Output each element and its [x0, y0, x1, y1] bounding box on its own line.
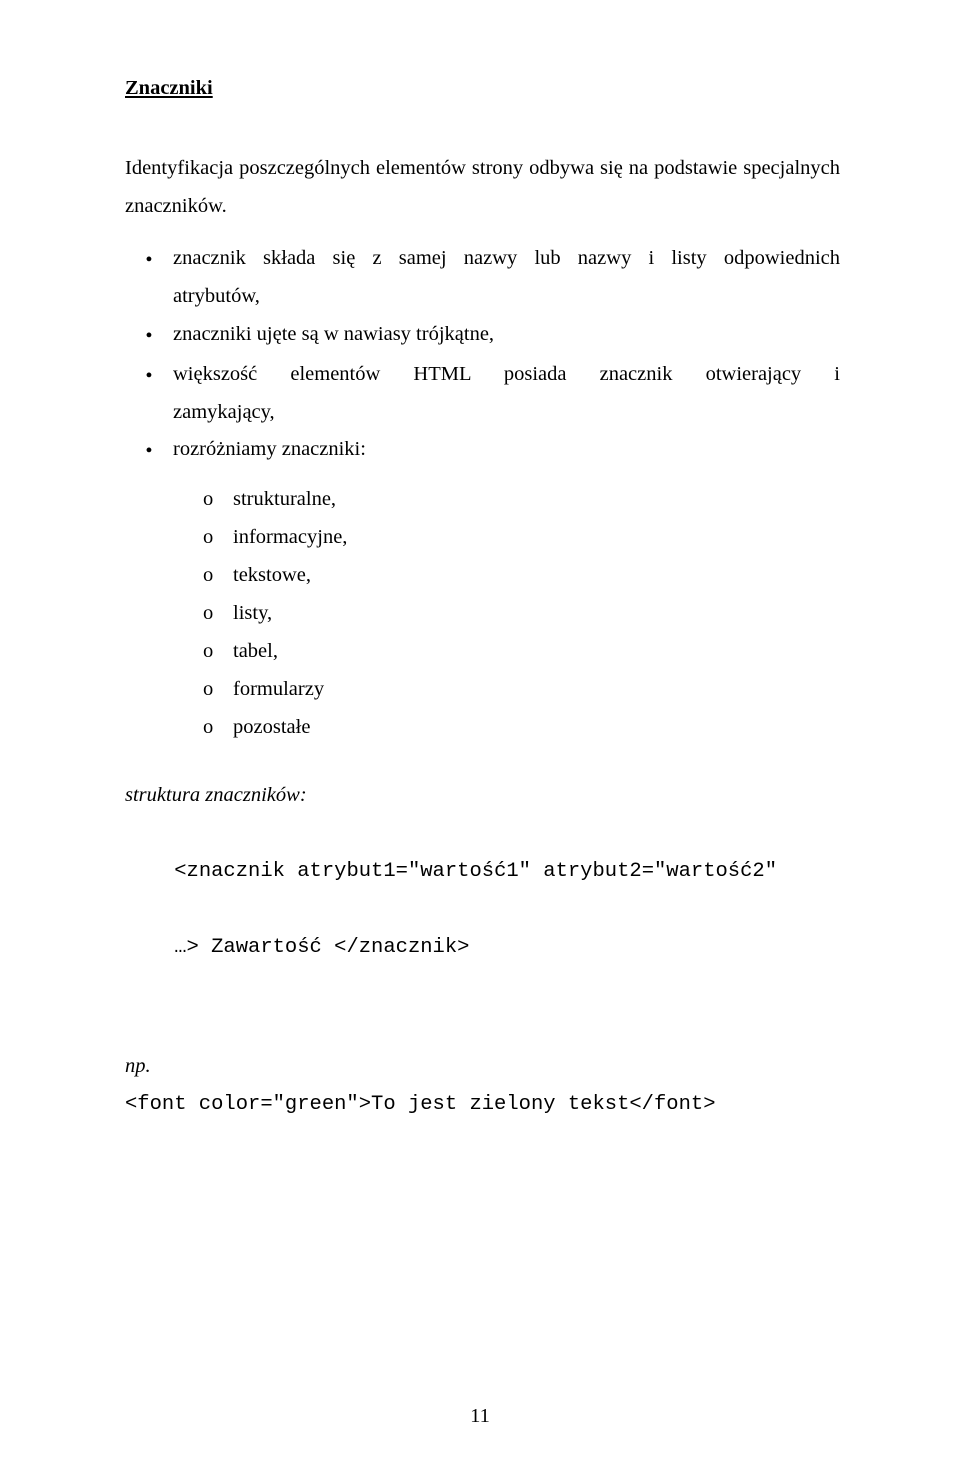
list-item: o listy, [203, 595, 840, 633]
bullet-icon: • [125, 316, 173, 356]
subbullet-icon: o [203, 519, 233, 557]
list-item: • znaczniki ujęte są w nawiasy trójkątne… [125, 316, 840, 356]
list-item: o tekstowe, [203, 557, 840, 595]
struct-label: struktura znaczników: [125, 777, 840, 815]
list-item: o tabel, [203, 633, 840, 671]
code-line: <znacznik atrybut1="wartość1" atrybut2="… [174, 860, 777, 883]
section-heading: Znaczniki [125, 70, 840, 108]
list-item: • rozróżniamy znaczniki: [125, 431, 840, 471]
code-example: <font color="green">To jest zielony teks… [125, 1086, 840, 1124]
list-item-text: tekstowe, [233, 557, 840, 595]
list-item: o informacyjne, [203, 519, 840, 557]
list-item: • znacznik składa się z samej nazwy lub … [125, 240, 840, 316]
list-item-text: strukturalne, [233, 481, 840, 519]
list-item-text: formularzy [233, 671, 840, 709]
list-item-text: tabel, [233, 633, 840, 671]
list-item: • większość elementów HTML posiada znacz… [125, 356, 840, 432]
list-item-text: znaczniki ujęte są w nawiasy trójkątne, [173, 316, 840, 354]
subbullet-icon: o [203, 709, 233, 747]
code-line: …> Zawartość </znacznik> [174, 936, 469, 959]
list-item: o strukturalne, [203, 481, 840, 519]
subbullet-icon: o [203, 671, 233, 709]
bullet-list: • znacznik składa się z samej nazwy lub … [125, 240, 840, 472]
intro-paragraph: Identyfikacja poszczególnych elementów s… [125, 150, 840, 226]
bullet-icon: • [125, 240, 173, 280]
list-item: o pozostałe [203, 709, 840, 747]
sub-list: o strukturalne, o informacyjne, o teksto… [125, 481, 840, 746]
bullet-icon: • [125, 356, 173, 396]
list-item-text: znacznik składa się z samej nazwy lub na… [173, 240, 840, 316]
np-label: np. [125, 1048, 840, 1086]
code-block: <znacznik atrybut1="wartość1" atrybut2="… [125, 815, 840, 1005]
subbullet-icon: o [203, 481, 233, 519]
list-item-text: rozróżniamy znaczniki: [173, 431, 840, 469]
subbullet-icon: o [203, 633, 233, 671]
list-item-text: pozostałe [233, 709, 840, 747]
subbullet-icon: o [203, 595, 233, 633]
list-item-text: większość elementów HTML posiada znaczni… [173, 356, 840, 432]
list-item-text: informacyjne, [233, 519, 840, 557]
page-number: 11 [0, 1398, 960, 1436]
list-item: o formularzy [203, 671, 840, 709]
bullet-icon: • [125, 431, 173, 471]
document-page: Znaczniki Identyfikacja poszczególnych e… [0, 0, 960, 1470]
subbullet-icon: o [203, 557, 233, 595]
list-item-text: listy, [233, 595, 840, 633]
